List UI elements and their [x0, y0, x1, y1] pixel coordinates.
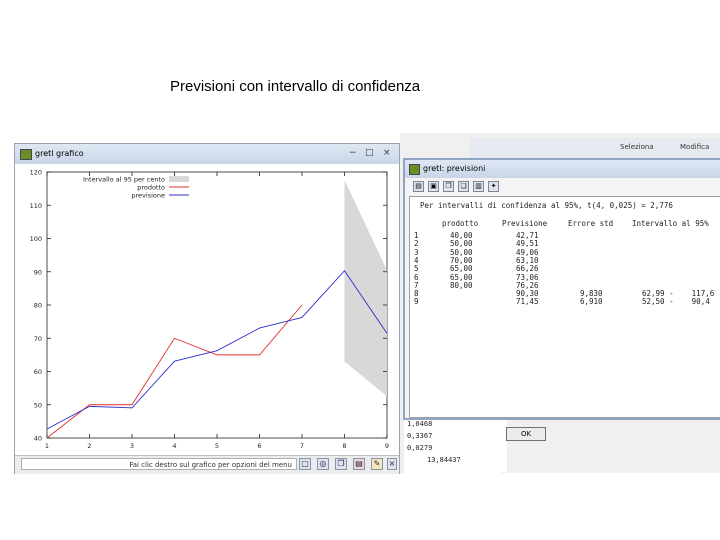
- save-icon[interactable]: ▣: [428, 181, 439, 192]
- x-tick-label: 7: [300, 442, 304, 450]
- table-cell-obs: 9: [414, 297, 419, 307]
- column-header: Intervallo al 95%: [632, 219, 709, 228]
- edit-icon[interactable]: ✎: [371, 458, 383, 470]
- forecast-window: gretl: previsioni ▤ ▣ ❐ ❏ ▥ ✦ Per interv…: [403, 158, 720, 420]
- confidence-interval-band: [344, 179, 387, 397]
- y-tick-label: 90: [34, 268, 42, 276]
- y-tick-label: 120: [30, 169, 42, 177]
- background-console: 1,0468 0,3367 0,0279 13,84437: [404, 418, 501, 474]
- column-header: prodotto: [442, 219, 479, 228]
- copy-icon[interactable]: ❐: [335, 458, 347, 470]
- crosshair-icon[interactable]: ◎: [317, 458, 329, 470]
- edit-menu[interactable]: Modifica: [680, 143, 709, 151]
- column-header: Errore std: [568, 219, 614, 228]
- pdf-icon[interactable]: ▤: [353, 458, 365, 470]
- close-icon[interactable]: ×: [387, 458, 397, 470]
- plot-frame: [46, 171, 388, 439]
- table-cell-previsione: 71,45: [516, 297, 539, 307]
- forecast-titlebar[interactable]: gretl: previsioni: [405, 160, 720, 178]
- forecast-output: Per intervalli di confidenza al 95%, t(4…: [409, 196, 720, 418]
- x-tick-label: 9: [385, 442, 389, 450]
- x-tick-label: 2: [87, 442, 91, 450]
- column-header: Previsione: [502, 219, 548, 228]
- background-toolbar: Seleziona Modifica: [470, 138, 720, 159]
- console-line: 0,3367: [407, 432, 433, 440]
- select-menu[interactable]: Seleziona: [620, 143, 654, 151]
- legend-label: prodotto: [137, 184, 165, 192]
- table-cell-errore_std: 6,910: [580, 297, 603, 307]
- close-button[interactable]: ×: [383, 148, 391, 158]
- status-hint: Fai clic destro sul grafico per opzioni …: [21, 458, 297, 470]
- maximize-button[interactable]: □: [365, 148, 374, 158]
- table-cell-prodotto: 80,00: [450, 280, 473, 290]
- minimize-button[interactable]: −: [349, 148, 357, 158]
- y-tick-label: 100: [30, 235, 42, 243]
- gretl-logo-icon: [409, 164, 420, 175]
- graph-window-title: gretl grafico: [35, 149, 84, 158]
- slide-title: Previsioni con intervallo di confidenza: [170, 78, 421, 95]
- forecast-chart: 40 50 60 70 80 90 100 110 120 1 2 3 4 5 6 7 8 9 Intervallo…: [30, 169, 389, 451]
- legend-swatch-interval: [169, 176, 189, 182]
- y-tick-label: 70: [34, 335, 42, 343]
- graph-titlebar[interactable]: gretl grafico − □ ×: [15, 144, 399, 164]
- gretl-logo-icon: [20, 149, 32, 160]
- y-tick-label: 60: [34, 368, 42, 376]
- console-line: 0,0279: [407, 444, 433, 452]
- x-tick-label: 5: [215, 442, 219, 450]
- console-line: 13,84437: [427, 456, 461, 464]
- print-icon[interactable]: ▤: [413, 181, 424, 192]
- graph-statusbar: Fai clic destro sul grafico per opzioni …: [15, 455, 399, 474]
- x-tick-label: 4: [172, 442, 176, 450]
- ok-button[interactable]: OK: [506, 427, 546, 441]
- x-tick-label: 8: [342, 442, 346, 450]
- confidence-header: Per intervalli di confidenza al 95%, t(4…: [420, 201, 673, 210]
- y-tick-label: 40: [34, 435, 42, 443]
- graph-window: gretl grafico − □ × 40 50 60 70 80 90 100 110 12…: [14, 143, 400, 474]
- series-line-previsione: [46, 270, 388, 430]
- series-line-prodotto: [46, 304, 303, 439]
- x-tick-label: 6: [257, 442, 261, 450]
- chart-icon[interactable]: ▥: [473, 181, 484, 192]
- y-tick-label: 110: [30, 202, 42, 210]
- forecast-window-title: gretl: previsioni: [423, 164, 486, 173]
- table-cell-intervallo: 52,50 - 90,4: [642, 297, 710, 307]
- y-tick-label: 80: [34, 302, 42, 310]
- y-tick-label: 50: [34, 401, 42, 409]
- legend-label: previsione: [131, 192, 165, 200]
- legend-label: Intervallo al 95 per cento: [83, 176, 165, 184]
- x-tick-label: 1: [45, 442, 49, 450]
- x-tick-label: 3: [130, 442, 134, 450]
- zoom-icon[interactable]: ▢: [299, 458, 311, 470]
- copy2-icon[interactable]: ❏: [458, 181, 469, 192]
- help-icon[interactable]: ✦: [488, 181, 499, 192]
- copy-icon[interactable]: ❐: [443, 181, 454, 192]
